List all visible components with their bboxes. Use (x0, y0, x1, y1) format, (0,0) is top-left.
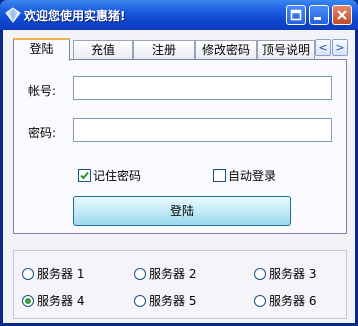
radio-circle-selected[interactable] (22, 294, 34, 307)
password-label: 密码: (28, 126, 57, 140)
checkmark-icon (80, 171, 89, 180)
server-label: 服务器 3 (269, 267, 317, 281)
tab-bar: 登陆 充值 注册 修改密码 顶号说明 < > (13, 38, 349, 61)
server-2-radio[interactable]: 服务器 2 (134, 265, 196, 282)
tab-scroll-arrows: < > (315, 39, 349, 56)
login-panel: 帐号: 密码: 记住密码 自动登录 登陆 (13, 59, 347, 234)
auto-login-checkbox[interactable]: 自动登录 (213, 167, 276, 184)
remember-password-checkbox[interactable]: 记住密码 (78, 167, 141, 184)
app-diamond-icon (5, 7, 21, 23)
password-input[interactable] (73, 118, 332, 142)
server-label: 服务器 2 (149, 267, 197, 281)
tab-scroll-right-button[interactable]: > (332, 39, 348, 56)
minimize-button[interactable] (309, 5, 329, 25)
login-button[interactable]: 登陆 (73, 196, 291, 226)
radio-circle[interactable] (254, 267, 266, 280)
minimize-icon (314, 17, 321, 20)
server-label: 服务器 5 (149, 294, 197, 308)
restore-icon (290, 9, 302, 21)
checkbox-box[interactable] (78, 169, 91, 182)
radio-circle[interactable] (134, 267, 146, 280)
account-input[interactable] (73, 76, 332, 100)
tab-scroll-left-button[interactable]: < (315, 39, 331, 56)
server-4-radio[interactable]: 服务器 4 (22, 292, 84, 309)
radio-circle[interactable] (134, 294, 146, 307)
login-button-label: 登陆 (169, 204, 194, 218)
tab-label: 登陆 (29, 42, 54, 56)
server-label: 服务器 1 (37, 267, 85, 281)
tab-change-password[interactable]: 修改密码 (195, 40, 257, 60)
server-1-radio[interactable]: 服务器 1 (22, 265, 84, 282)
tab-label: 充值 (90, 43, 115, 57)
tab-recharge[interactable]: 充值 (73, 40, 133, 60)
server-6-radio[interactable]: 服务器 6 (254, 292, 316, 309)
close-button[interactable] (332, 5, 352, 25)
server-5-radio[interactable]: 服务器 5 (134, 292, 196, 309)
server-label: 服务器 4 (37, 294, 85, 308)
checkbox-box[interactable] (213, 169, 226, 182)
server-selection-group: 服务器 1 服务器 2 服务器 3 服务器 4 服务器 5 服务器 6 (13, 250, 347, 319)
tab-label: 修改密码 (201, 43, 250, 57)
close-icon (337, 10, 347, 20)
tab-register[interactable]: 注册 (133, 40, 195, 60)
radio-circle[interactable] (22, 267, 34, 280)
tab-login[interactable]: 登陆 (13, 38, 70, 61)
app-window: 欢迎您使用实惠猪! 登陆 充值 注册 修改密码 顶号说明 < > 帐号: 密码:… (0, 0, 358, 326)
account-label: 帐号: (28, 84, 57, 98)
radio-circle[interactable] (254, 294, 266, 307)
chevron-right-icon: > (335, 41, 345, 54)
tab-label: 注册 (151, 43, 176, 57)
tab-label: 顶号说明 (261, 43, 310, 57)
title-bar[interactable]: 欢迎您使用实惠猪! (0, 0, 358, 30)
chevron-left-icon: < (318, 41, 328, 54)
auto-login-label: 自动登录 (228, 169, 277, 183)
server-label: 服务器 6 (269, 294, 317, 308)
window-client-area: 登陆 充值 注册 修改密码 顶号说明 < > 帐号: 密码: 记住密码 自动登录… (3, 30, 355, 323)
server-3-radio[interactable]: 服务器 3 (254, 265, 316, 282)
restore-button[interactable] (286, 5, 306, 25)
window-title: 欢迎您使用实惠猪! (24, 9, 126, 23)
tab-account-kick-info[interactable]: 顶号说明 (257, 40, 315, 60)
remember-password-label: 记住密码 (93, 169, 142, 183)
